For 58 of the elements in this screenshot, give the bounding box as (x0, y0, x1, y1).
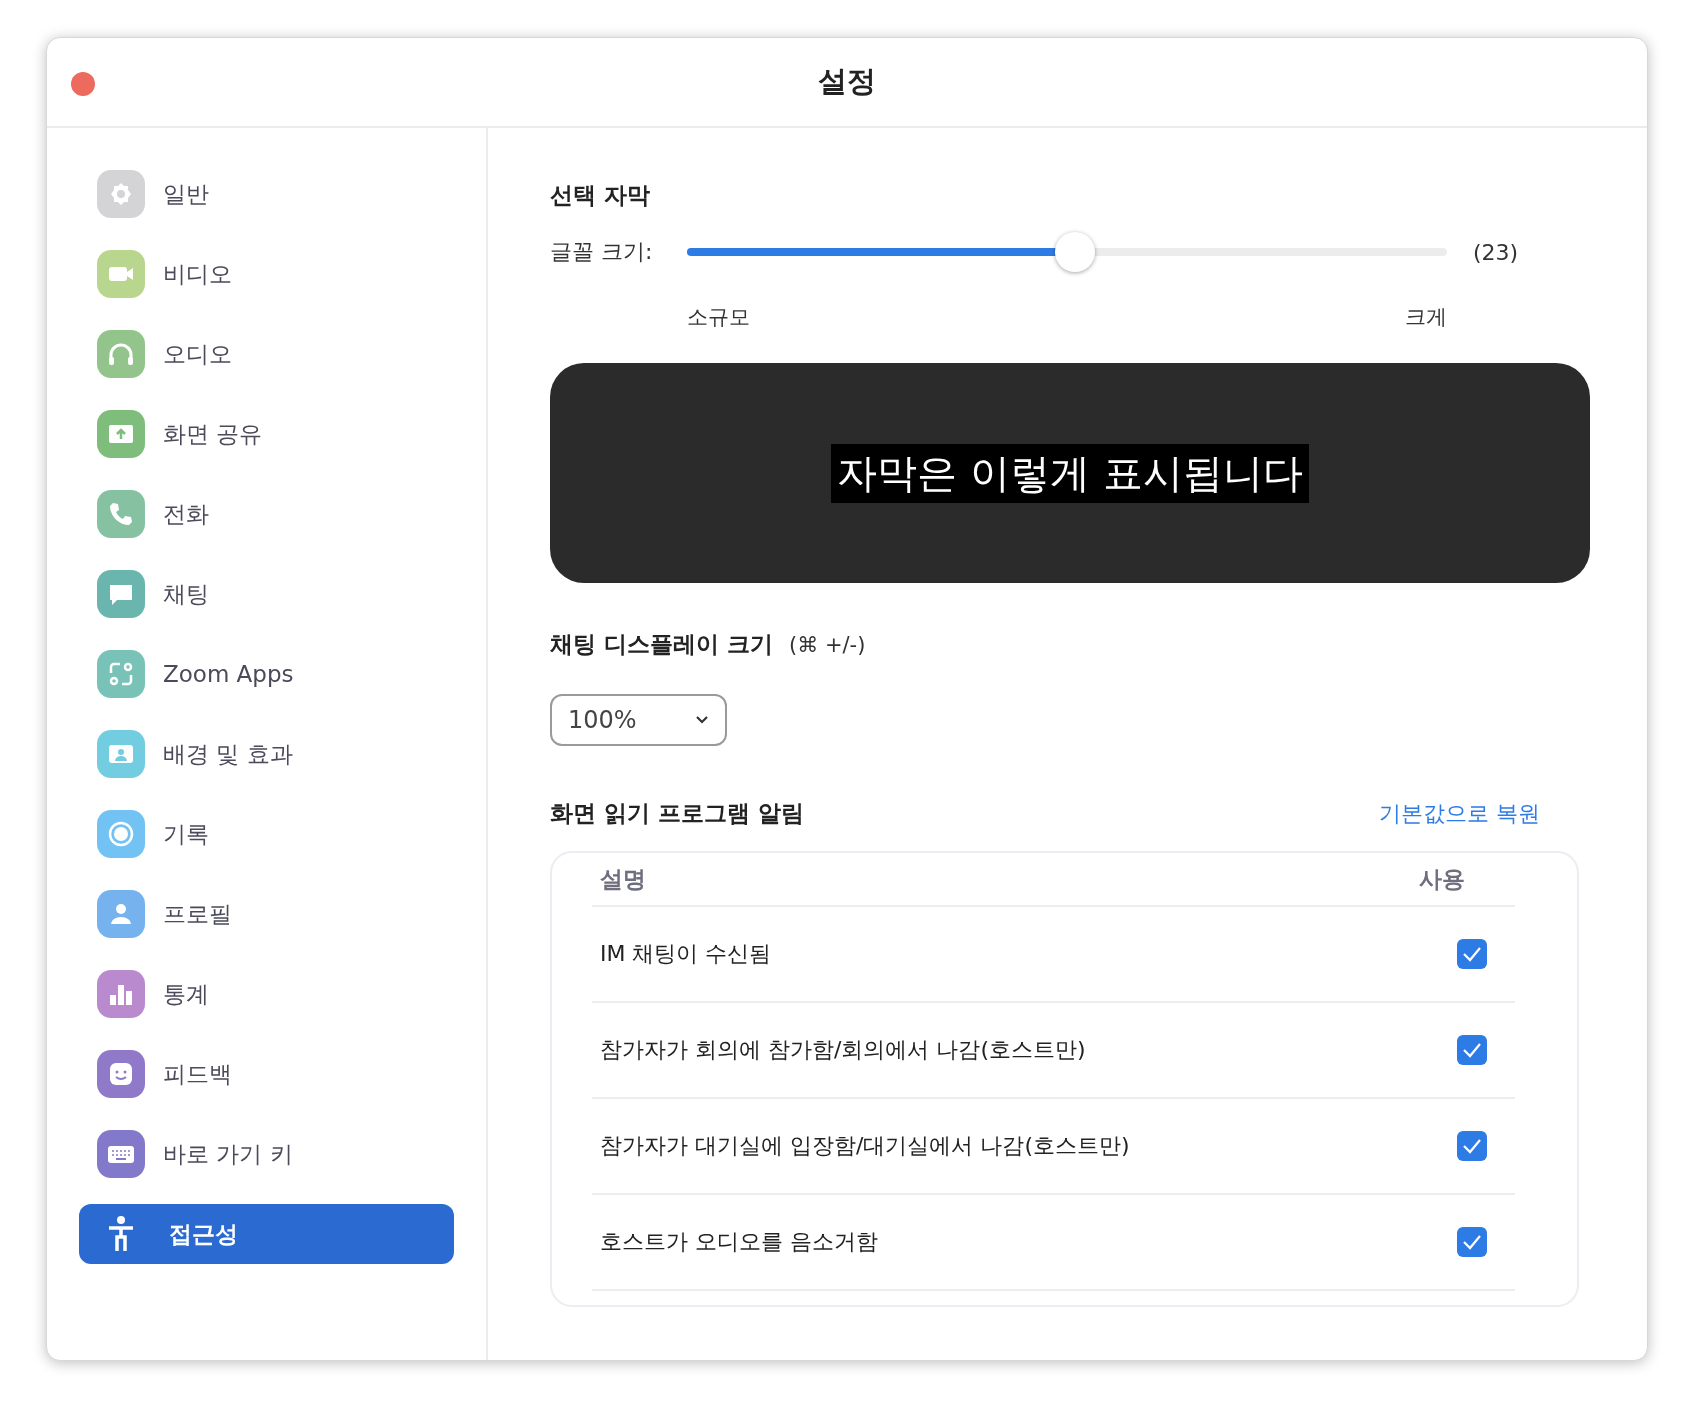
check-icon (1462, 946, 1482, 962)
slider-min-label: 소규모 (687, 304, 750, 331)
font-size-value: (23) (1473, 239, 1519, 265)
column-header: 설명 (600, 864, 646, 894)
sidebar-item[interactable]: 접근성 (79, 1204, 454, 1264)
section-title: 화면 읽기 프로그램 알림 (550, 799, 805, 828)
sidebar-item[interactable]: 화면 공유 (79, 404, 454, 464)
sidebar-item[interactable]: 전화 (79, 484, 454, 544)
shortcut-hint: (⌘ +/-) (789, 632, 866, 657)
check-icon (1462, 1042, 1482, 1058)
sidebar-label: 일반 (163, 179, 209, 209)
sidebar-label: 화면 공유 (163, 419, 263, 449)
section-title: 채팅 디스플레이 크기 (550, 630, 773, 659)
sidebar-label: 전화 (163, 499, 209, 529)
checkbox[interactable] (1457, 1131, 1487, 1161)
sidebar-item[interactable]: 오디오 (79, 324, 454, 384)
table-cell-text: IM 채팅이 수신됨 (600, 940, 772, 968)
sidebar-item[interactable]: Zoom Apps (79, 644, 454, 704)
check-icon (1462, 1234, 1482, 1250)
column-header: 사용 (1419, 864, 1465, 894)
checkbox[interactable] (1457, 1035, 1487, 1065)
sidebar-item[interactable]: 배경 및 효과 (79, 724, 454, 784)
sidebar-label: 접근성 (169, 1219, 238, 1249)
caption-preview-text: 자막은 이렇게 표시됩니다 (831, 443, 1309, 503)
table-cell-text: 참가자가 대기실에 입장함/대기실에서 나감(호스트만) (600, 1132, 1130, 1160)
window-title: 설정 (818, 63, 876, 100)
sidebar-item[interactable]: 비디오 (79, 244, 454, 304)
sidebar-label: 채팅 (163, 579, 209, 609)
font-size-label: 글꼴 크기: (550, 238, 654, 266)
sidebar-item[interactable]: 피드백 (79, 1044, 454, 1104)
section-title: 선택 자막 (550, 181, 651, 210)
check-icon (1462, 1138, 1482, 1154)
close-button[interactable] (71, 72, 95, 96)
font-size-slider[interactable] (687, 231, 1447, 273)
table-cell-text: 참가자가 회의에 참가함/회의에서 나감(호스트만) (600, 1036, 1086, 1064)
sidebar-item[interactable]: 프로필 (79, 884, 454, 944)
sidebar-item[interactable]: 일반 (79, 164, 454, 224)
table-cell-text: 호스트가 오디오를 음소거함 (600, 1228, 878, 1256)
chevron-down-icon (695, 715, 709, 725)
sidebar-label: 프로필 (163, 899, 232, 929)
slider-max-label: 크게 (1405, 304, 1447, 331)
sidebar-label: Zoom Apps (163, 661, 294, 687)
sidebar-label: 통계 (163, 979, 209, 1009)
checkbox[interactable] (1457, 939, 1487, 969)
sidebar-label: 기록 (163, 819, 209, 849)
checkbox[interactable] (1457, 1227, 1487, 1257)
sidebar-label: 오디오 (163, 339, 232, 369)
sidebar-label: 바로 가기 키 (163, 1139, 293, 1169)
sidebar-item[interactable]: 바로 가기 키 (79, 1124, 454, 1184)
sidebar-item[interactable]: 통계 (79, 964, 454, 1024)
slider-thumb[interactable] (1054, 232, 1095, 272)
sidebar-label: 비디오 (163, 259, 232, 289)
sidebar-item[interactable]: 기록 (79, 804, 454, 864)
sidebar-item[interactable]: 채팅 (79, 564, 454, 624)
restore-defaults-link[interactable]: 기본값으로 복원 (1379, 798, 1540, 829)
sidebar-label: 배경 및 효과 (163, 739, 293, 769)
sidebar-label: 피드백 (163, 1059, 232, 1089)
chat-size-dropdown[interactable]: 100% (550, 694, 727, 746)
